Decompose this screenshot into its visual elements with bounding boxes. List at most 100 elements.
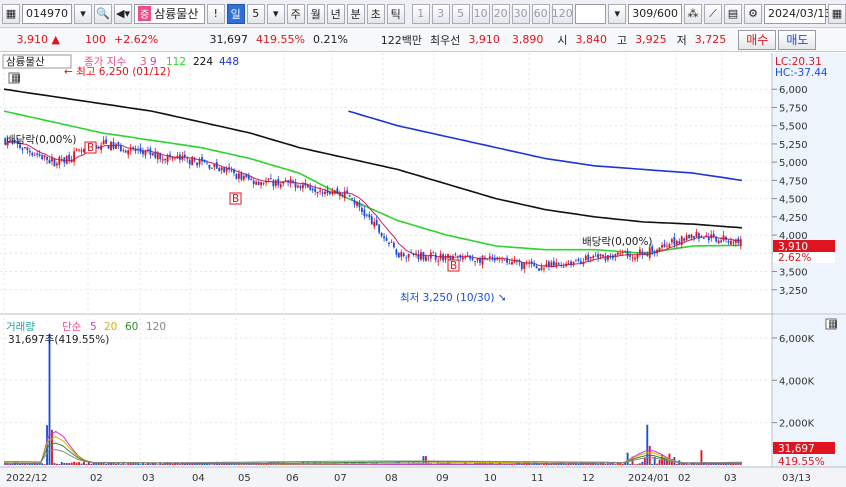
candle-body xyxy=(225,168,228,172)
data-count-field[interactable]: 309/600 xyxy=(628,3,682,24)
period-second-button[interactable]: 초 xyxy=(366,3,385,24)
volume-bar xyxy=(705,464,708,465)
alert-button[interactable]: ! xyxy=(206,3,225,24)
candle-body xyxy=(346,190,349,194)
period-year-button[interactable]: 년 xyxy=(326,3,345,24)
minute-5-button[interactable]: 5 xyxy=(451,3,470,24)
volume-current: 31,697주(419.55%) xyxy=(8,334,109,346)
count-chevron-icon[interactable]: ▾ xyxy=(608,3,627,24)
candle-body xyxy=(388,242,390,245)
candle-body xyxy=(560,265,563,267)
minute-60-button[interactable]: 60 xyxy=(531,3,550,24)
x-tick-label: 12 xyxy=(582,473,595,484)
candle-body xyxy=(176,155,179,159)
stock-chart-svg[interactable]: 6,000 5,750 5,500 5,250 5,000 4,750 4,500 4,250… xyxy=(0,53,846,487)
minute-30-button[interactable]: 30 xyxy=(511,3,530,24)
candle-body xyxy=(196,162,199,166)
volume-legend-ma-20: 20 xyxy=(104,321,117,333)
price-tick-label: 4,250 xyxy=(779,213,808,224)
stock-code-input[interactable]: 014970 xyxy=(22,3,72,24)
price-tick-label: 5,750 xyxy=(779,103,808,114)
minute-120-button[interactable]: 120 xyxy=(551,3,573,24)
candle-body xyxy=(115,144,117,149)
chart-type-icon[interactable]: ⟋ xyxy=(704,3,722,24)
save-icon[interactable]: ▤ xyxy=(724,3,742,24)
minute-3-button[interactable]: 3 xyxy=(431,3,450,24)
candle-body xyxy=(412,253,415,255)
x-tick-label: 2024/01 xyxy=(628,473,670,484)
candle-body xyxy=(575,260,577,262)
volume-bar xyxy=(63,462,66,465)
candle-body xyxy=(65,155,68,164)
grid-icon[interactable]: ▦ xyxy=(2,3,20,24)
candle-body xyxy=(129,147,132,151)
volume-bar xyxy=(651,464,654,465)
candle-body xyxy=(73,151,76,162)
candle-body xyxy=(309,185,312,190)
volume-tick-label: 2,000K xyxy=(779,419,815,430)
volume-bar xyxy=(156,464,159,465)
candle-body xyxy=(154,151,157,158)
candle-body xyxy=(51,157,53,162)
search-icon[interactable]: 🔍 xyxy=(94,3,112,24)
minute-1-button[interactable]: 1 xyxy=(411,3,430,24)
period-week-button[interactable]: 주 xyxy=(286,3,305,24)
volume-legend-name: 거래량 xyxy=(6,321,35,333)
candle-body xyxy=(257,181,260,185)
price-change: 100 xyxy=(85,33,106,46)
minute-custom-input[interactable] xyxy=(574,3,607,24)
b-marker-2-text: B xyxy=(232,193,239,205)
candle-body xyxy=(533,264,536,267)
period-tick-button[interactable]: 틱 xyxy=(386,3,405,24)
b-marker-3-text: B xyxy=(450,260,457,272)
chart-tools-icon[interactable]: ⁂ xyxy=(684,3,702,24)
speaker-icon[interactable]: ◀▾ xyxy=(114,3,132,24)
x-tick-label: 11 xyxy=(531,473,544,484)
candle-body xyxy=(415,253,417,255)
candle-body xyxy=(55,163,58,166)
candle-body xyxy=(582,261,585,265)
candle-body xyxy=(594,255,597,257)
chart-area[interactable]: 6,000 5,750 5,500 5,250 5,000 4,750 4,500 4,250… xyxy=(0,53,846,487)
candle-body xyxy=(178,154,181,160)
period-month-button[interactable]: 월 xyxy=(306,3,325,24)
candle-body xyxy=(614,254,617,257)
volume-bar xyxy=(547,463,550,465)
candle-body xyxy=(447,253,449,259)
candle-body xyxy=(663,243,666,248)
minute-10-button[interactable]: 10 xyxy=(471,3,490,24)
sell-button[interactable]: 매도 xyxy=(778,29,817,50)
settings-gear-icon[interactable]: ⚙ xyxy=(744,3,762,24)
candle-body xyxy=(183,154,186,158)
date-field[interactable]: 2024/03/13 xyxy=(764,3,831,24)
candle-body xyxy=(107,145,110,149)
candle-body xyxy=(110,141,112,151)
candle-body xyxy=(570,261,572,266)
calendar-icon[interactable]: ▦ xyxy=(828,3,846,24)
stock-code-text: 014970 xyxy=(26,7,68,20)
candle-body xyxy=(666,245,668,247)
candle-body xyxy=(506,257,508,263)
candle-body xyxy=(156,152,159,160)
stock-name-field[interactable]: 증 삼륭물산 xyxy=(134,3,205,24)
volume-legend-ma-5: 5 xyxy=(90,321,97,333)
period-chevron-icon[interactable]: ▾ xyxy=(266,3,285,24)
candle-body xyxy=(31,152,34,156)
candle-body xyxy=(481,255,484,265)
volume-bar xyxy=(193,463,196,465)
candle-body xyxy=(142,150,144,155)
period-minute-button[interactable]: 분 xyxy=(346,3,365,24)
period-day-button[interactable]: 일 xyxy=(226,3,245,24)
candle-body xyxy=(624,251,627,253)
candle-body xyxy=(324,191,326,194)
data-count-text: 309/600 xyxy=(632,7,678,20)
best-ask: 3,910 xyxy=(468,33,500,46)
candle-body xyxy=(739,239,742,246)
high-price: 3,925 xyxy=(635,33,667,46)
candle-body xyxy=(646,252,649,256)
x-tick-label: 02 xyxy=(678,473,691,484)
period-num-field[interactable]: 5 xyxy=(246,3,265,24)
minute-20-button[interactable]: 20 xyxy=(491,3,510,24)
dropdown-chevron-icon[interactable]: ▾ xyxy=(74,3,92,24)
buy-button[interactable]: 매수 xyxy=(738,29,777,50)
